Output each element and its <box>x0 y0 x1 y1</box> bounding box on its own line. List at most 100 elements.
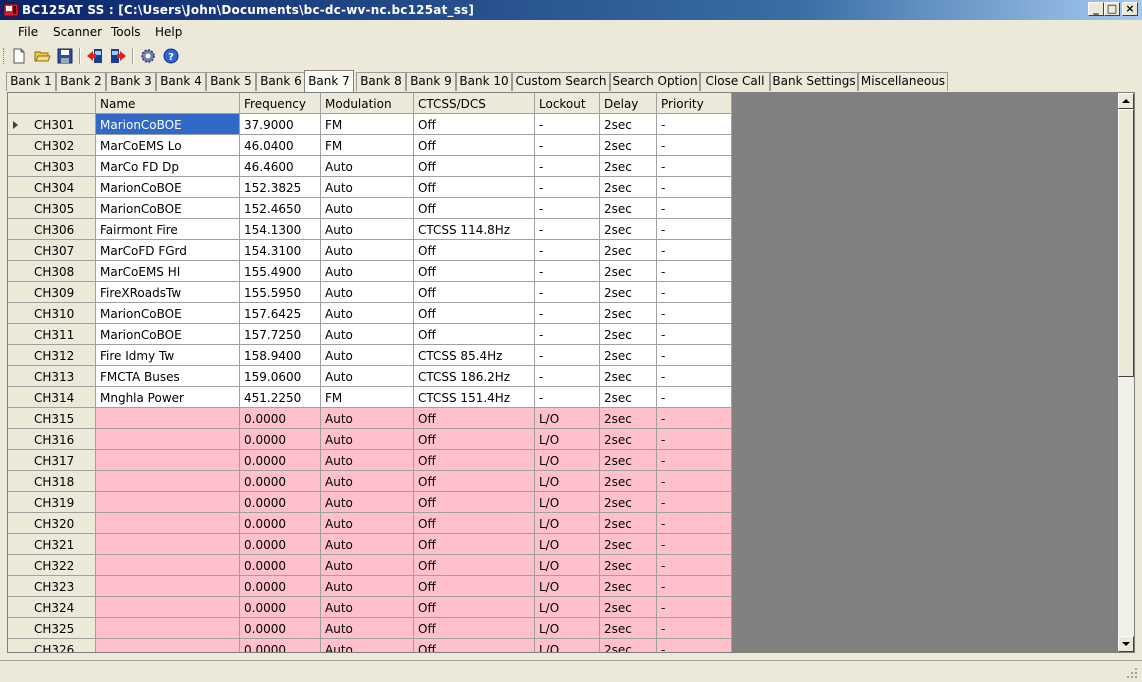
tab-bank-5[interactable]: Bank 5 <box>206 72 256 91</box>
name-cell[interactable] <box>96 534 240 555</box>
write-to-scanner-icon[interactable] <box>109 47 127 65</box>
priority-cell[interactable]: - <box>657 366 732 387</box>
delay-cell[interactable]: 2sec <box>600 282 657 303</box>
priority-cell[interactable]: - <box>657 198 732 219</box>
modulation-cell[interactable]: FM <box>321 114 414 135</box>
lockout-cell[interactable]: - <box>535 135 600 156</box>
modulation-cell[interactable]: Auto <box>321 303 414 324</box>
tab-bank-10[interactable]: Bank 10 <box>456 72 512 91</box>
ctcss-dcs-cell[interactable]: Off <box>414 597 535 618</box>
delay-cell[interactable]: 2sec <box>600 177 657 198</box>
tab-bank-1[interactable]: Bank 1 <box>6 72 56 91</box>
tab-bank-7[interactable]: Bank 7 <box>304 70 354 92</box>
delay-cell[interactable]: 2sec <box>600 492 657 513</box>
ctcss-dcs-cell[interactable]: Off <box>414 240 535 261</box>
lockout-cell[interactable]: - <box>535 387 600 408</box>
maximize-button[interactable]: □ <box>1104 2 1120 16</box>
row-header[interactable]: CH302 <box>8 135 96 156</box>
frequency-cell[interactable]: 154.1300 <box>240 219 321 240</box>
modulation-cell[interactable]: Auto <box>321 408 414 429</box>
frequency-cell[interactable]: 0.0000 <box>240 618 321 639</box>
channel-row[interactable]: CH318 0.0000 Auto Off L/O 2sec - <box>8 471 732 492</box>
ctcss-dcs-cell[interactable]: CTCSS 151.4Hz <box>414 387 535 408</box>
read-from-scanner-icon[interactable] <box>86 47 104 65</box>
frequency-cell[interactable]: 152.4650 <box>240 198 321 219</box>
delay-cell[interactable]: 2sec <box>600 135 657 156</box>
modulation-cell[interactable]: Auto <box>321 450 414 471</box>
row-header[interactable]: CH310 <box>8 303 96 324</box>
channel-row[interactable]: CH317 0.0000 Auto Off L/O 2sec - <box>8 450 732 471</box>
lockout-cell[interactable]: L/O <box>535 513 600 534</box>
app-icon[interactable] <box>3 2 19 18</box>
delay-cell[interactable]: 2sec <box>600 597 657 618</box>
name-cell[interactable] <box>96 492 240 513</box>
modulation-cell[interactable]: Auto <box>321 219 414 240</box>
frequency-cell[interactable]: 46.0400 <box>240 135 321 156</box>
row-header[interactable]: CH324 <box>8 597 96 618</box>
delay-cell[interactable]: 2sec <box>600 471 657 492</box>
delay-cell[interactable]: 2sec <box>600 324 657 345</box>
priority-cell[interactable]: - <box>657 429 732 450</box>
name-cell[interactable]: MarCoEMS HI <box>96 261 240 282</box>
frequency-cell[interactable]: 0.0000 <box>240 429 321 450</box>
tab-bank-2[interactable]: Bank 2 <box>56 72 106 91</box>
channel-row[interactable]: CH301 MarionCoBOE 37.9000 FM Off -2sec - <box>8 114 732 135</box>
name-cell[interactable] <box>96 576 240 597</box>
ctcss-dcs-cell[interactable]: Off <box>414 177 535 198</box>
channel-row[interactable]: CH324 0.0000 Auto Off L/O 2sec - <box>8 597 732 618</box>
priority-cell[interactable]: - <box>657 450 732 471</box>
column-header-priority[interactable]: Priority <box>657 93 732 114</box>
modulation-cell[interactable]: FM <box>321 387 414 408</box>
scroll-up-button[interactable] <box>1118 93 1134 109</box>
delay-cell[interactable]: 2sec <box>600 240 657 261</box>
lockout-cell[interactable]: L/O <box>535 450 600 471</box>
modulation-cell[interactable]: Auto <box>321 534 414 555</box>
row-header[interactable]: CH326 <box>8 639 96 652</box>
column-header-frequency[interactable]: Frequency <box>240 93 321 114</box>
settings-gear-icon[interactable] <box>139 47 157 65</box>
priority-cell[interactable]: - <box>657 576 732 597</box>
row-header[interactable]: CH325 <box>8 618 96 639</box>
priority-cell[interactable]: - <box>657 387 732 408</box>
channel-row[interactable]: CH323 0.0000 Auto Off L/O 2sec - <box>8 576 732 597</box>
name-cell[interactable]: MarCoEMS Lo <box>96 135 240 156</box>
ctcss-dcs-cell[interactable]: Off <box>414 156 535 177</box>
lockout-cell[interactable]: - <box>535 240 600 261</box>
channel-row[interactable]: CH325 0.0000 Auto Off L/O 2sec - <box>8 618 732 639</box>
name-cell[interactable]: MarCo FD Dp <box>96 156 240 177</box>
name-cell[interactable]: MarionCoBOE <box>96 177 240 198</box>
delay-cell[interactable]: 2sec <box>600 513 657 534</box>
frequency-cell[interactable]: 451.2250 <box>240 387 321 408</box>
tab-bank-8[interactable]: Bank 8 <box>356 72 406 91</box>
frequency-cell[interactable]: 157.6425 <box>240 303 321 324</box>
priority-cell[interactable]: - <box>657 471 732 492</box>
row-header[interactable]: CH323 <box>8 576 96 597</box>
name-cell[interactable] <box>96 513 240 534</box>
priority-cell[interactable]: - <box>657 282 732 303</box>
priority-cell[interactable]: - <box>657 240 732 261</box>
title-bar[interactable]: BC125AT SS : [C:\Users\John\Documents\bc… <box>0 0 1142 20</box>
priority-cell[interactable]: - <box>657 114 732 135</box>
channel-row[interactable]: CH311 MarionCoBOE 157.7250 Auto Off -2sec - <box>8 324 732 345</box>
name-cell[interactable]: MarionCoBOE <box>96 114 240 135</box>
frequency-cell[interactable]: 0.0000 <box>240 555 321 576</box>
ctcss-dcs-cell[interactable]: Off <box>414 639 535 652</box>
channel-row[interactable]: CH303 MarCo FD Dp 46.4600 Auto Off -2sec - <box>8 156 732 177</box>
delay-cell[interactable]: 2sec <box>600 534 657 555</box>
frequency-cell[interactable]: 155.4900 <box>240 261 321 282</box>
delay-cell[interactable]: 2sec <box>600 429 657 450</box>
lockout-cell[interactable]: L/O <box>535 597 600 618</box>
frequency-cell[interactable]: 0.0000 <box>240 492 321 513</box>
priority-cell[interactable]: - <box>657 156 732 177</box>
channel-row[interactable]: CH316 0.0000 Auto Off L/O 2sec - <box>8 429 732 450</box>
row-header[interactable]: CH318 <box>8 471 96 492</box>
tab-custom-search[interactable]: Custom Search <box>512 72 610 91</box>
ctcss-dcs-cell[interactable]: Off <box>414 513 535 534</box>
channel-row[interactable]: CH320 0.0000 Auto Off L/O 2sec - <box>8 513 732 534</box>
column-header-delay[interactable]: Delay <box>600 93 657 114</box>
name-cell[interactable] <box>96 450 240 471</box>
frequency-cell[interactable]: 0.0000 <box>240 639 321 652</box>
frequency-cell[interactable]: 0.0000 <box>240 534 321 555</box>
modulation-cell[interactable]: Auto <box>321 513 414 534</box>
delay-cell[interactable]: 2sec <box>600 618 657 639</box>
